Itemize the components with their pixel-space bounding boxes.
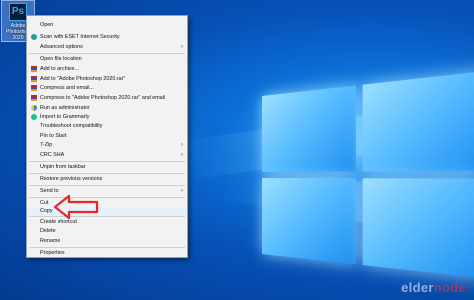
- photoshop-icon: Ps: [9, 3, 27, 21]
- menu-item-label: Open file location: [40, 56, 82, 62]
- menu-separator: [29, 185, 185, 186]
- menu-item-create-shortcut[interactable]: Create shortcut: [27, 218, 187, 227]
- windows-logo-pane: [362, 70, 474, 172]
- menu-item-label: Unpin from taskbar: [40, 164, 86, 170]
- menu-item-label: Compress to "Adobe Photoshop 2020.rar" a…: [40, 95, 166, 101]
- menu-item-label: Restore previous versions: [40, 176, 103, 182]
- context-menu: Open Scan with ESET Internet Security Adva…: [26, 15, 188, 258]
- menu-separator: [29, 53, 185, 54]
- red-arrow-annotation: [53, 194, 99, 220]
- winrar-icon: [31, 95, 37, 101]
- menu-item-compress-and-email[interactable]: Compress and email...: [27, 84, 187, 93]
- menu-item-label: Properties: [40, 250, 65, 256]
- menu-item-label: Pin to Start: [40, 133, 67, 139]
- menu-item-label: CRC SHA: [40, 152, 65, 158]
- menu-item-label: Run as administrator: [40, 105, 90, 111]
- grammarly-icon: [31, 114, 37, 120]
- menu-item-run-as-administrator[interactable]: Run as administrator: [27, 104, 187, 113]
- menu-item-label: Open: [40, 22, 54, 28]
- eset-icon: [31, 34, 37, 40]
- menu-separator: [29, 161, 185, 162]
- menu-item-copy[interactable]: Copy: [27, 207, 187, 216]
- menu-item-pin-to-start[interactable]: Pin to Start: [27, 132, 187, 141]
- menu-item-label: Import to Grammarly: [40, 114, 90, 120]
- menu-item-label: Add to "Adobe Photoshop 2020.rar": [40, 76, 126, 82]
- chevron-right-icon: ›: [181, 152, 183, 158]
- windows-logo-pane: [262, 85, 356, 172]
- windows-logo-pane: [262, 178, 356, 265]
- winrar-icon: [31, 66, 37, 72]
- menu-item-label: Copy: [40, 208, 53, 214]
- menu-item-compress-to-adobe-photoshop-2020-rar-and-email[interactable]: Compress to "Adobe Photoshop 2020.rar" a…: [27, 94, 187, 103]
- menu-item-restore-previous-versions[interactable]: Restore previous versions: [27, 175, 187, 184]
- menu-item-7-zip[interactable]: 7-Zip ›: [27, 141, 187, 150]
- menu-item-rename[interactable]: Rename: [27, 237, 187, 246]
- windows-logo-pane: [362, 178, 474, 279]
- winrar-icon: [31, 76, 37, 82]
- chevron-right-icon: ›: [181, 188, 183, 194]
- menu-item-label: Compress and email...: [40, 85, 94, 91]
- menu-item-label: Rename: [40, 238, 61, 244]
- windows-logo: [262, 70, 474, 281]
- winrar-icon: [31, 85, 37, 91]
- menu-item-label: Delete: [40, 228, 56, 234]
- menu-item-label: Scan with ESET Internet Security: [40, 34, 120, 40]
- watermark-text-main: elder: [401, 280, 434, 295]
- menu-item-label: 7-Zip: [40, 142, 53, 148]
- menu-item-label: Troubleshoot compatibility: [40, 123, 103, 129]
- menu-item-properties[interactable]: Properties: [27, 249, 187, 258]
- menu-separator: [29, 173, 185, 174]
- menu-item-label: Add to archive...: [40, 66, 79, 72]
- menu-item-unpin-from-taskbar[interactable]: Unpin from taskbar: [27, 163, 187, 172]
- menu-item-open[interactable]: Open: [27, 21, 187, 30]
- menu-item-add-to-adobe-photoshop-2020-rar[interactable]: Add to "Adobe Photoshop 2020.rar": [27, 75, 187, 84]
- menu-item-send-to[interactable]: Send to ›: [27, 187, 187, 196]
- menu-item-delete[interactable]: Delete: [27, 227, 187, 236]
- menu-item-scan-with-eset-internet-security[interactable]: Scan with ESET Internet Security: [27, 33, 187, 42]
- menu-item-label: Advanced options: [40, 44, 83, 50]
- chevron-right-icon: ›: [181, 44, 183, 50]
- menu-item-advanced-options[interactable]: Advanced options ›: [27, 43, 187, 52]
- menu-item-crc-sha[interactable]: CRC SHA ›: [27, 151, 187, 160]
- chevron-right-icon: ›: [181, 142, 183, 148]
- uac-shield-icon: [31, 105, 37, 111]
- menu-item-troubleshoot-compatibility[interactable]: Troubleshoot compatibility: [27, 122, 187, 131]
- menu-item-import-to-grammarly[interactable]: Import to Grammarly: [27, 113, 187, 122]
- menu-item-add-to-archive[interactable]: Add to archive...: [27, 65, 187, 74]
- menu-item-open-file-location[interactable]: Open file location: [27, 55, 187, 64]
- watermark-logo: eldernode: [401, 280, 466, 295]
- menu-separator: [29, 247, 185, 248]
- watermark-text-accent: node: [433, 280, 466, 295]
